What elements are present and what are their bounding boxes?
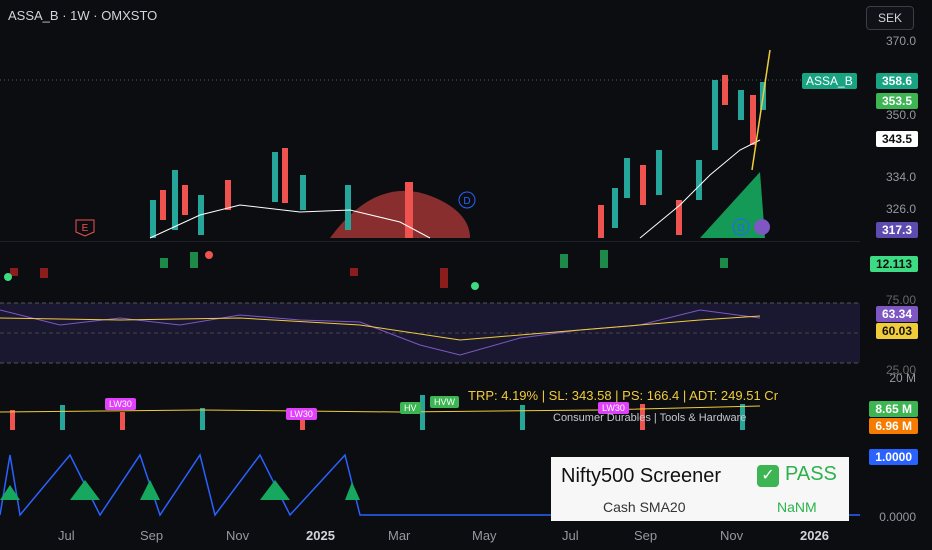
svg-text:D: D [737,223,744,234]
price-tick: 370.0 [885,34,916,48]
x-axis-label: Sep [634,528,658,543]
price-tick: 350.0 [885,108,916,122]
volume-tag: HV [400,402,421,414]
screener-row-value: NaNM [777,499,817,515]
x-axis-label: Jul [562,528,579,543]
last-price-badge: 358.6 [875,73,918,89]
dividend-marker[interactable]: D [458,191,476,209]
x-axis-label: 2026 [800,528,829,543]
volume-axis-top: 20 M [889,371,916,385]
stop-loss-badge: 343.5 [875,131,918,147]
svg-text:D: D [463,196,470,207]
volume-tag: HVW [430,396,459,408]
price-tick: 334.0 [885,170,916,184]
volume-tag: LW30 [105,398,136,410]
lightning-icon[interactable] [754,219,770,235]
x-axis-label: Mar [388,528,411,543]
svg-text:E: E [82,223,89,234]
stats-line: TRP: 4.19% | SL: 343.58 | PS: 166.4 | AD… [468,388,779,403]
rsi-ma-badge: 60.03 [875,323,918,339]
volume-tag: LW30 [286,408,317,420]
macd-histogram [10,250,728,288]
volume-badge: 8.65 M [869,401,918,417]
x-axis-label: 2025 [306,528,335,543]
check-icon: ✓ [757,465,779,487]
volume-ma-badge: 6.96 M [869,418,918,434]
macd-cross-dot [471,282,479,290]
sma-badge: 353.5 [875,93,918,109]
x-axis-label: Sep [140,528,164,543]
macd-badge: 12.113 [869,256,918,272]
screener-panel: Nifty500 Screener ✓ PASS Cash SMA20 NaNM [551,457,849,521]
screener-title: Nifty500 Screener [561,465,722,487]
rsi-upper: 75.00 [885,293,916,307]
rsi-badge: 63.34 [875,306,918,322]
signal-badge: 1.0000 [869,449,918,465]
x-axis-label: Nov [720,528,744,543]
screener-row-label: Cash SMA20 [603,499,686,515]
macd-cross-dot [4,273,12,281]
sector-line: Consumer Durables | Tools & Hardware [553,412,747,424]
ticker-tag: ASSA_B [802,73,857,89]
earnings-marker[interactable]: E [75,219,95,237]
x-axis-label: May [472,528,497,543]
low-badge: 317.3 [875,222,918,238]
macd-cross-dot [205,251,213,259]
signal-zero: 0.0000 [879,510,916,524]
screener-status: ✓ PASS [757,463,837,487]
x-axis-label: Jul [58,528,75,543]
x-axis-label: Nov [226,528,250,543]
price-tick: 326.0 [885,202,916,216]
